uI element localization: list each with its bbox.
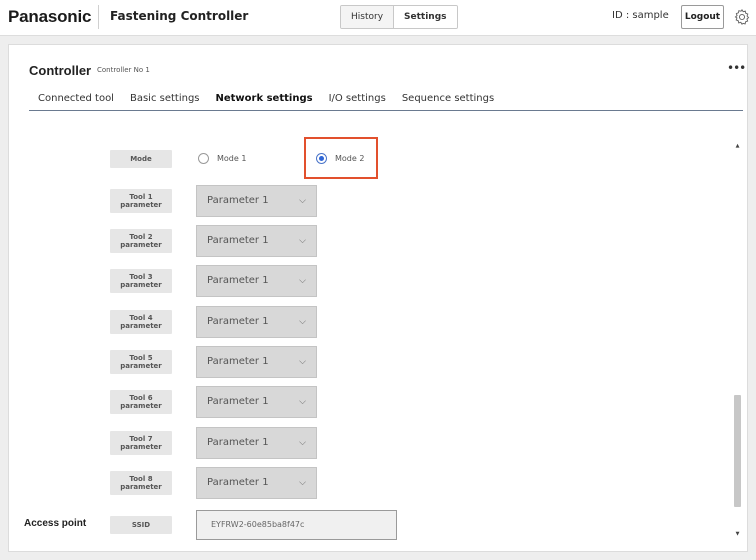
app-title: Fastening Controller (110, 9, 249, 23)
tool-label-bottom: parameter (120, 362, 162, 370)
ssid-label: SSID (110, 516, 172, 534)
tool-label-top: Tool 1 (129, 193, 153, 201)
tab-sequence-settings[interactable]: Sequence settings (394, 89, 502, 110)
chevron-down-icon: ⌵ (299, 236, 306, 246)
tool-6-label: Tool 6 parameter (110, 390, 172, 414)
tool-label-bottom: parameter (120, 483, 162, 491)
tool-label-bottom: parameter (120, 443, 162, 451)
select-value: Parameter 1 (207, 275, 269, 286)
tool-label-bottom: parameter (120, 322, 162, 330)
tool-label-bottom: parameter (120, 201, 162, 209)
chevron-down-icon: ⌵ (299, 317, 306, 327)
mode-2-label: Mode 2 (335, 154, 365, 163)
tab-bar: Connected tool Basic settings Network se… (29, 89, 743, 111)
chevron-down-icon: ⌵ (299, 478, 306, 488)
tab-io-settings[interactable]: I/O settings (321, 89, 394, 110)
tool-8-parameter-select[interactable]: Parameter 1 ⌵ (196, 467, 317, 499)
select-value: Parameter 1 (207, 396, 269, 407)
select-value: Parameter 1 (207, 477, 269, 488)
tool-1-parameter-select[interactable]: Parameter 1 ⌵ (196, 185, 317, 217)
scroll-down-arrow-icon[interactable]: ▼ (733, 531, 742, 537)
top-bar: Panasonic Fastening Controller History S… (0, 0, 756, 36)
tool-5-label: Tool 5 parameter (110, 350, 172, 374)
logout-button[interactable]: Logout (681, 5, 724, 29)
tool-label-bottom: parameter (120, 402, 162, 410)
mode-label: Mode (110, 150, 172, 168)
user-id: ID : sample (612, 10, 669, 21)
brand-logo: Panasonic (8, 7, 92, 26)
tool-2-label: Tool 2 parameter (110, 229, 172, 253)
tool-3-label: Tool 3 parameter (110, 269, 172, 293)
history-button[interactable]: History (341, 6, 394, 28)
tool-label-top: Tool 3 (129, 273, 153, 281)
tool-1-label: Tool 1 parameter (110, 189, 172, 213)
access-point-heading: Access point (24, 518, 87, 529)
radio-button[interactable] (198, 153, 209, 164)
tool-label-bottom: parameter (120, 281, 162, 289)
tool-label-top: Tool 4 (129, 314, 153, 322)
scroll-up-arrow-icon[interactable]: ▲ (733, 143, 742, 149)
tool-6-parameter-select[interactable]: Parameter 1 ⌵ (196, 386, 317, 418)
tool-label-top: Tool 5 (129, 354, 153, 362)
controller-number: Controller No 1 (97, 66, 150, 74)
tool-label-top: Tool 2 (129, 233, 153, 241)
panel-title: Controller (29, 63, 92, 78)
tool-7-parameter-select[interactable]: Parameter 1 ⌵ (196, 427, 317, 459)
chevron-down-icon: ⌵ (299, 397, 306, 407)
mode-1-label: Mode 1 (217, 154, 247, 163)
tool-label-top: Tool 8 (129, 475, 153, 483)
tool-label-top: Tool 7 (129, 435, 153, 443)
top-nav: History Settings (340, 5, 458, 29)
select-value: Parameter 1 (207, 195, 269, 206)
tool-4-parameter-select[interactable]: Parameter 1 ⌵ (196, 306, 317, 338)
tool-8-label: Tool 8 parameter (110, 471, 172, 495)
ssid-field[interactable]: EYFRW2-60e85ba8f47c (196, 510, 397, 540)
select-value: Parameter 1 (207, 235, 269, 246)
select-value: Parameter 1 (207, 316, 269, 327)
tool-3-parameter-select[interactable]: Parameter 1 ⌵ (196, 265, 317, 297)
chevron-down-icon: ⌵ (299, 196, 306, 206)
tab-network-settings[interactable]: Network settings (208, 89, 321, 110)
tool-label-bottom: parameter (120, 241, 162, 249)
mode-2-radio[interactable]: Mode 2 (316, 153, 364, 164)
tab-connected-tool[interactable]: Connected tool (29, 89, 122, 110)
tool-4-label: Tool 4 parameter (110, 310, 172, 334)
tool-7-label: Tool 7 parameter (110, 431, 172, 455)
scrollbar[interactable]: ▲ ▼ (733, 143, 742, 543)
tab-basic-settings[interactable]: Basic settings (122, 89, 208, 110)
tool-label-top: Tool 6 (129, 394, 153, 402)
tool-5-parameter-select[interactable]: Parameter 1 ⌵ (196, 346, 317, 378)
select-value: Parameter 1 (207, 437, 269, 448)
chevron-down-icon: ⌵ (299, 276, 306, 286)
tool-2-parameter-select[interactable]: Parameter 1 ⌵ (196, 225, 317, 257)
select-value: Parameter 1 (207, 356, 269, 367)
settings-button[interactable]: Settings (393, 6, 457, 28)
scroll-thumb[interactable] (734, 395, 741, 507)
gear-icon[interactable] (733, 8, 751, 26)
divider (98, 5, 99, 29)
more-icon[interactable]: ••• (727, 61, 746, 75)
mode-1-radio[interactable]: Mode 1 (198, 153, 246, 164)
radio-button-checked[interactable] (316, 153, 327, 164)
chevron-down-icon: ⌵ (299, 438, 306, 448)
chevron-down-icon: ⌵ (299, 357, 306, 367)
